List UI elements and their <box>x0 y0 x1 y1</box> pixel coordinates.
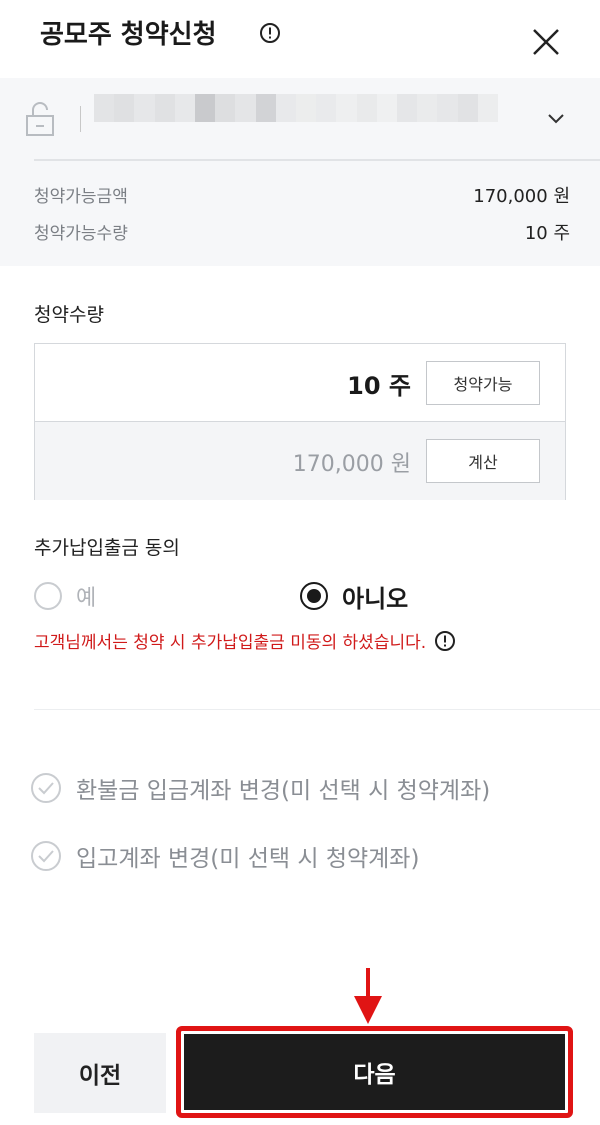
quantity-label: 청약수량 <box>34 304 104 326</box>
available-amount-label: 청약가능금액 <box>34 187 128 207</box>
refund-account-change-checkbox[interactable]: 환불금 입금계좌 변경(미 선택 시 청약계좌) <box>30 768 490 808</box>
extra-payment-label: 추가납입출금 동의 <box>34 537 180 559</box>
info-icon[interactable] <box>434 630 456 652</box>
section-divider <box>34 709 600 710</box>
chevron-down-icon <box>548 114 564 124</box>
warning-message: 고객님께서는 청약 시 추가납입출금 미동의 하셨습니다. <box>34 628 456 653</box>
stock-account-change-label: 입고계좌 변경(미 선택 시 청약계좌) <box>76 846 420 872</box>
max-quantity-button[interactable]: 청약가능 <box>426 361 540 405</box>
quantity-row: 10 주 청약가능 <box>35 344 565 422</box>
account-number-masked <box>94 94 499 150</box>
amount-row: 170,000 원 계산 <box>35 422 565 500</box>
quantity-box: 10 주 청약가능 170,000 원 계산 <box>34 343 566 500</box>
panel-divider <box>34 159 600 161</box>
page-title: 공모주 청약신청 <box>40 20 217 50</box>
arrow-down-icon <box>354 968 382 1024</box>
account-panel: 청약가능금액 170,000 원 청약가능수량 10 주 <box>0 78 600 266</box>
available-amount-row: 청약가능금액 170,000 원 <box>34 182 570 212</box>
available-qty-row: 청약가능수량 10 주 <box>34 219 570 249</box>
amount-value: 170,000 원 <box>292 452 411 477</box>
available-qty-value: 10 주 <box>524 223 570 244</box>
info-icon[interactable] <box>259 22 281 44</box>
calculate-button[interactable]: 계산 <box>426 439 540 483</box>
account-divider <box>80 106 81 132</box>
quantity-input[interactable]: 10 주 <box>347 366 411 401</box>
warning-text: 고객님께서는 청약 시 추가납입출금 미동의 하셨습니다. <box>34 633 427 653</box>
header: 공모주 청약신청 <box>0 0 600 78</box>
available-qty-label: 청약가능수량 <box>34 224 128 244</box>
extra-payment-radio-group: 예 아니오 <box>34 578 574 618</box>
radio-no[interactable]: 아니오 <box>300 578 408 614</box>
radio-circle-selected <box>300 582 328 610</box>
check-circle-icon <box>31 841 61 871</box>
prev-button[interactable]: 이전 <box>34 1033 166 1113</box>
close-icon[interactable] <box>528 24 564 60</box>
radio-yes[interactable]: 예 <box>34 578 96 614</box>
check-circle-icon <box>31 773 61 803</box>
next-button[interactable]: 다음 <box>184 1034 565 1110</box>
stock-account-change-checkbox[interactable]: 입고계좌 변경(미 선택 시 청약계좌) <box>30 836 419 876</box>
radio-circle <box>34 582 62 610</box>
lock-icon <box>26 102 54 136</box>
refund-account-change-label: 환불금 입금계좌 변경(미 선택 시 청약계좌) <box>76 778 491 804</box>
account-select[interactable] <box>0 78 600 160</box>
radio-yes-label: 예 <box>76 586 97 611</box>
radio-no-label: 아니오 <box>342 584 409 613</box>
available-amount-value: 170,000 원 <box>473 186 570 207</box>
